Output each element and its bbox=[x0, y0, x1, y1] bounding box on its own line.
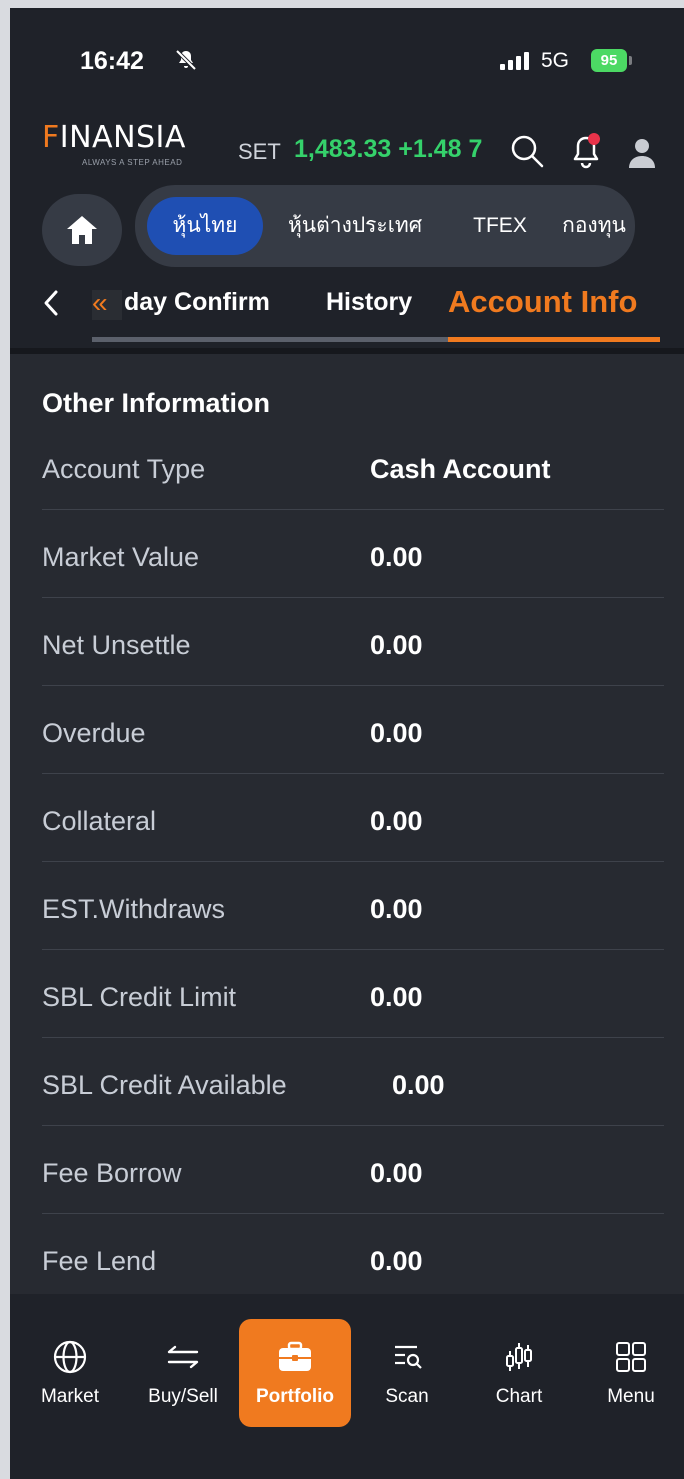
bell-off-icon bbox=[175, 49, 197, 71]
nav-label: Scan bbox=[385, 1386, 429, 1407]
app-screen: 16:42 5G 95 FINANSIA ALWAYS A STEP AHEAD… bbox=[10, 8, 684, 1479]
logo-text: FINANSIA bbox=[42, 120, 186, 155]
info-label: Collateral bbox=[42, 806, 157, 836]
status-time: 16:42 bbox=[80, 47, 144, 75]
info-row-net-unsettle: Net Unsettle 0.00 bbox=[42, 630, 664, 718]
info-label: Market Value bbox=[42, 542, 200, 572]
globe-icon bbox=[53, 1340, 87, 1374]
user-icon[interactable] bbox=[624, 134, 660, 170]
signal-icon bbox=[500, 52, 529, 70]
nav-label: Menu bbox=[607, 1386, 655, 1407]
info-label: Fee Borrow bbox=[42, 1158, 182, 1188]
double-chevron-left-icon[interactable]: « bbox=[92, 289, 122, 320]
nav-buy-sell[interactable]: Buy/Sell bbox=[127, 1319, 239, 1427]
swap-arrows-icon bbox=[167, 1345, 199, 1369]
index-value: 1,483.33 +1.48 7 bbox=[294, 135, 483, 163]
sub-tab-track bbox=[92, 337, 448, 342]
info-value: 0.00 bbox=[370, 982, 423, 1012]
info-value: Cash Account bbox=[370, 454, 551, 484]
tab-history[interactable]: History bbox=[326, 288, 412, 317]
info-row-sbl-credit-available: SBL Credit Available 0.00 bbox=[42, 1070, 664, 1158]
section-title: Other Information bbox=[42, 388, 270, 418]
home-indicator-area bbox=[10, 1428, 684, 1479]
row-divider bbox=[42, 509, 664, 510]
battery-cap bbox=[629, 56, 632, 65]
row-divider bbox=[42, 1037, 664, 1038]
info-label: SBL Credit Available bbox=[42, 1070, 287, 1100]
scan-filter-icon bbox=[395, 1345, 422, 1369]
nav-label: Portfolio bbox=[255, 1386, 335, 1407]
info-row-account-type: Account Type Cash Account bbox=[42, 454, 664, 542]
info-value: 0.00 bbox=[370, 894, 423, 924]
home-button[interactable] bbox=[42, 194, 122, 266]
info-row-market-value: Market Value 0.00 bbox=[42, 542, 664, 630]
nav-label: Buy/Sell bbox=[148, 1386, 218, 1407]
info-label: Overdue bbox=[42, 718, 146, 748]
nav-label: Chart bbox=[495, 1386, 543, 1407]
search-icon[interactable] bbox=[510, 134, 544, 168]
info-row-collateral: Collateral 0.00 bbox=[42, 806, 664, 894]
row-divider bbox=[42, 773, 664, 774]
info-row-sbl-credit-limit: SBL Credit Limit 0.00 bbox=[42, 982, 664, 1070]
tab-thai-stocks[interactable]: หุ้นไทย bbox=[147, 197, 263, 255]
info-label: EST.Withdraws bbox=[42, 894, 226, 924]
tab-tfex[interactable]: TFEX bbox=[465, 197, 535, 255]
info-value: 0.00 bbox=[370, 1158, 423, 1188]
bell-icon[interactable] bbox=[568, 132, 604, 170]
sub-tab-active-indicator bbox=[448, 337, 660, 342]
info-value: 0.00 bbox=[370, 630, 423, 660]
candlestick-icon bbox=[506, 1343, 532, 1371]
nav-portfolio[interactable]: Portfolio bbox=[239, 1319, 351, 1427]
info-row-fee-borrow: Fee Borrow 0.00 bbox=[42, 1158, 664, 1246]
info-label: SBL Credit Limit bbox=[42, 982, 237, 1012]
briefcase-icon bbox=[279, 1341, 311, 1371]
battery-badge: 95 bbox=[591, 49, 627, 72]
row-divider bbox=[42, 1125, 664, 1126]
row-divider bbox=[42, 1213, 664, 1214]
tab-foreign-stocks[interactable]: หุ้นต่างประเทศ bbox=[275, 197, 435, 255]
tab-funds[interactable]: กองทุน bbox=[555, 197, 633, 255]
info-value: 0.00 bbox=[370, 718, 423, 748]
info-value: 0.00 bbox=[370, 1246, 423, 1276]
tab-today-confirm[interactable]: day Confirm bbox=[124, 288, 270, 317]
nav-menu[interactable]: Menu bbox=[575, 1319, 684, 1427]
info-value: 0.00 bbox=[392, 1070, 445, 1100]
info-label: Net Unsettle bbox=[42, 630, 191, 660]
nav-chart[interactable]: Chart bbox=[463, 1319, 575, 1427]
network-label: 5G bbox=[541, 49, 570, 72]
row-divider bbox=[42, 861, 664, 862]
finansia-logo[interactable]: FINANSIA ALWAYS A STEP AHEAD bbox=[42, 120, 232, 172]
back-chevron-icon[interactable] bbox=[40, 288, 62, 318]
grid-icon bbox=[616, 1342, 646, 1372]
index-name: SET bbox=[238, 139, 281, 164]
market-tabs: หุ้นไทย หุ้นต่างประเทศ TFEX กองทุน bbox=[135, 185, 635, 267]
info-row-overdue: Overdue 0.00 bbox=[42, 718, 664, 806]
info-label: Account Type bbox=[42, 454, 206, 484]
logo-tagline: ALWAYS A STEP AHEAD bbox=[82, 158, 183, 167]
tab-account-info[interactable]: Account Info bbox=[448, 284, 637, 320]
info-value: 0.00 bbox=[370, 542, 423, 572]
row-divider bbox=[42, 597, 664, 598]
info-label: Fee Lend bbox=[42, 1246, 157, 1276]
home-icon bbox=[67, 216, 97, 244]
info-row-est-withdraws: EST.Withdraws 0.00 bbox=[42, 894, 664, 982]
row-divider bbox=[42, 685, 664, 686]
nav-label: Market bbox=[40, 1386, 100, 1407]
nav-scan[interactable]: Scan bbox=[351, 1319, 463, 1427]
row-divider bbox=[42, 949, 664, 950]
info-value: 0.00 bbox=[370, 806, 423, 836]
nav-market[interactable]: Market bbox=[14, 1319, 126, 1427]
